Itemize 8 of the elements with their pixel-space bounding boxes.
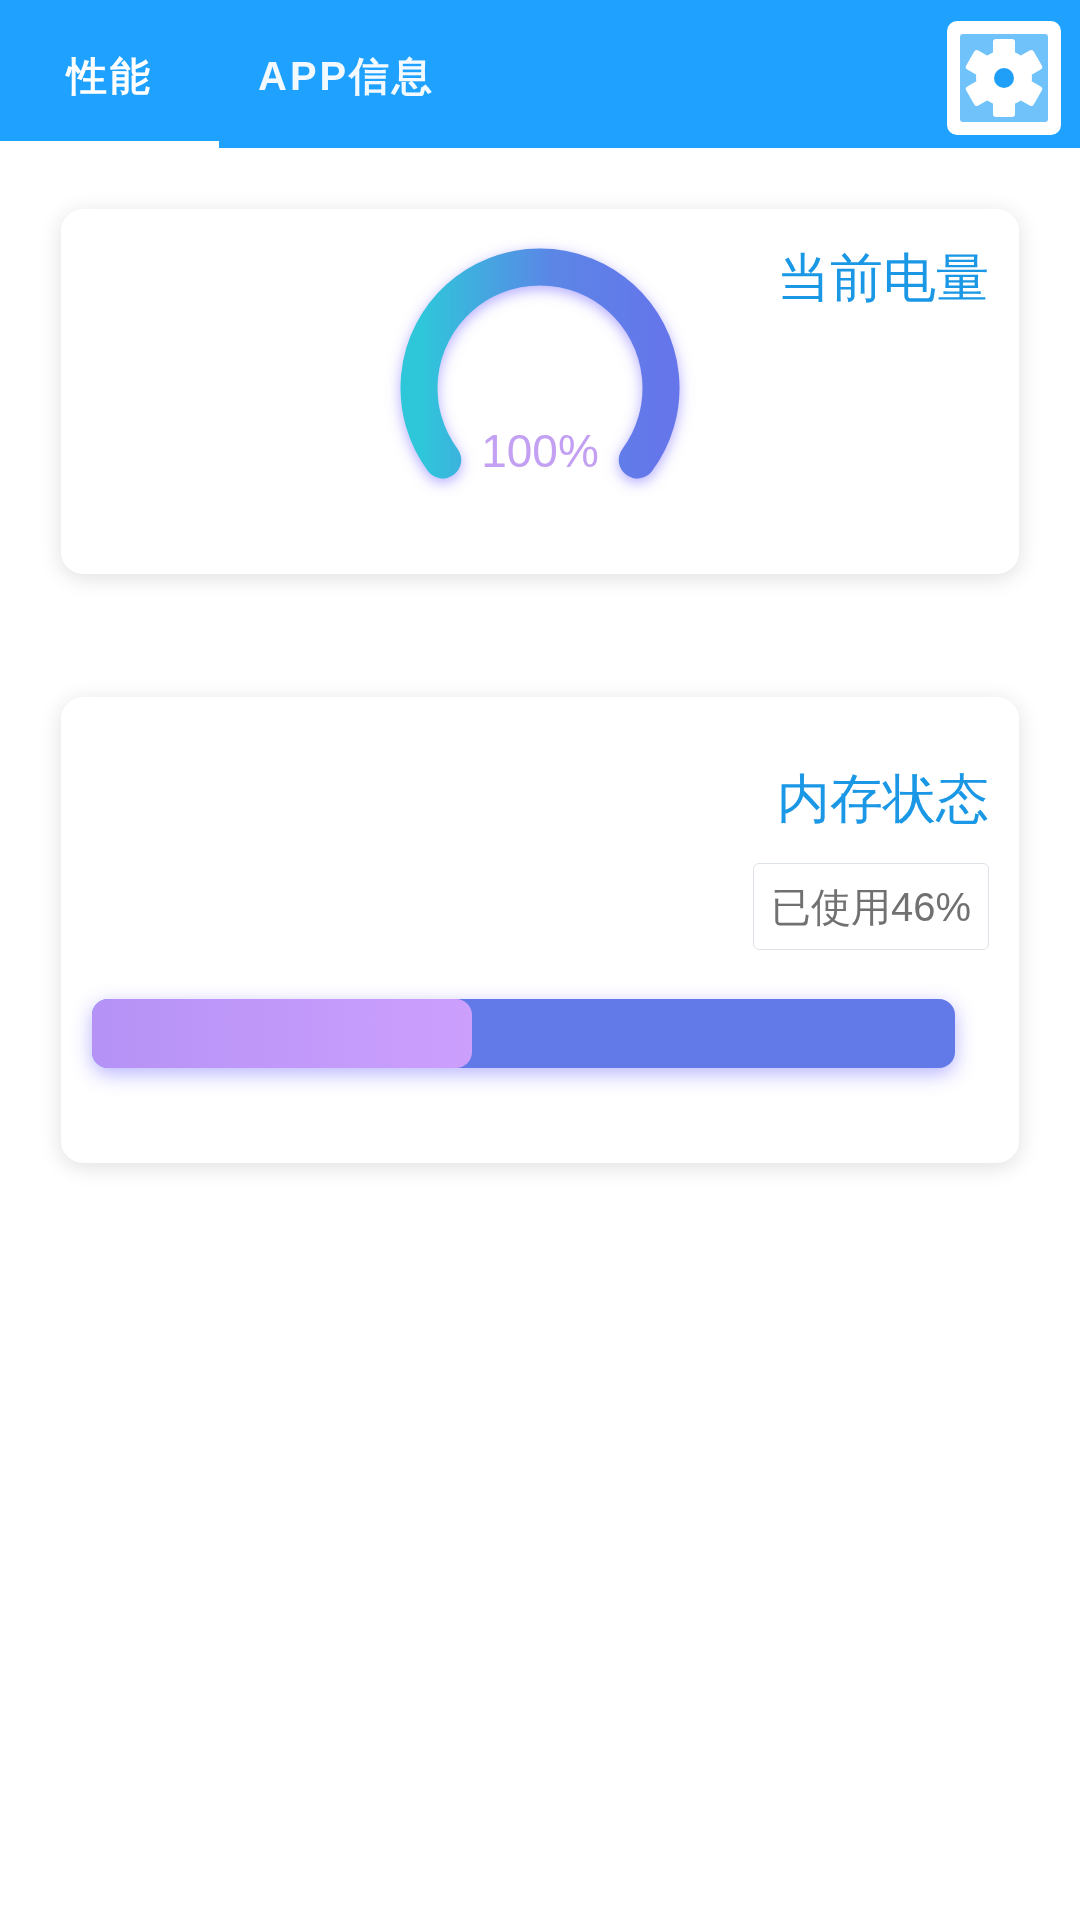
settings-icon (965, 39, 1043, 117)
tab[interactable]: APP信息 (219, 0, 475, 148)
settings-button[interactable] (947, 21, 1061, 135)
gauge-reading: 100% (481, 425, 599, 477)
usage-badge: 已使用46% (752, 863, 989, 950)
tab[interactable]: 性能 (0, 0, 219, 148)
battery-title: 当前电量 (777, 251, 989, 304)
memory-title: 内存状态 (777, 772, 989, 825)
